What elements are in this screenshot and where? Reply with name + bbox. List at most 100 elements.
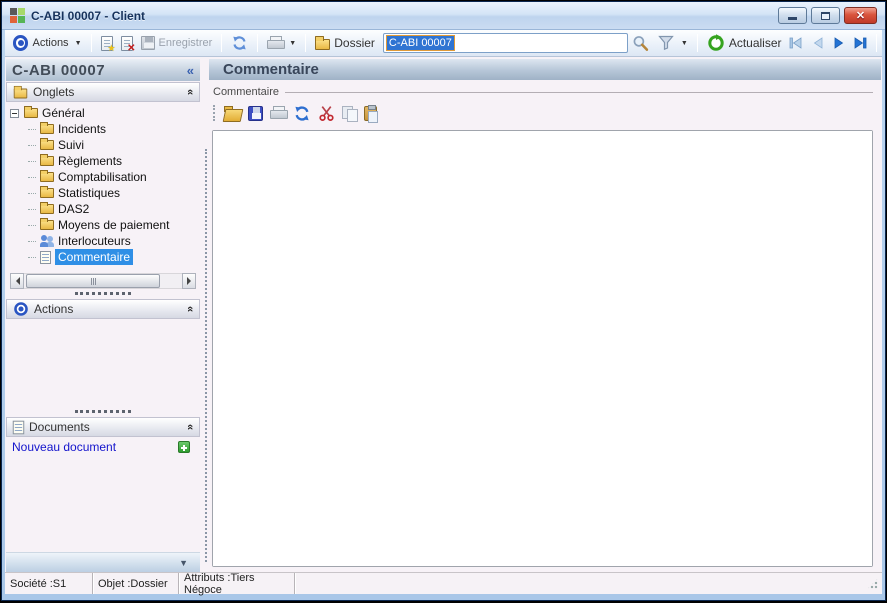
tree-item-general[interactable]: Général xyxy=(10,105,200,121)
tree-item-comptabilisation[interactable]: Comptabilisation xyxy=(10,169,200,185)
minimize-button[interactable] xyxy=(778,7,807,24)
scroll-right-button[interactable] xyxy=(182,273,196,289)
tree-item-moyens-de-paiement[interactable]: Moyens de paiement xyxy=(10,217,200,233)
actualiser-icon xyxy=(708,34,724,51)
copy-icon-button[interactable] xyxy=(342,105,358,122)
title-bar[interactable]: C-ABI 00007 - Client ✕ xyxy=(2,2,885,30)
actions-panel-header[interactable]: Actions « xyxy=(6,299,200,319)
dossier-button[interactable]: Dossier xyxy=(311,34,379,52)
onglets-panel-label: Onglets xyxy=(33,85,75,99)
tree-item-label: Règlements xyxy=(58,154,123,168)
nav-last-button[interactable] xyxy=(850,33,871,53)
scrollbar-thumb[interactable] xyxy=(26,274,160,288)
nav-last-icon xyxy=(854,37,867,49)
save-button[interactable]: Enregistrer xyxy=(137,34,217,52)
print-dropdown-caret-icon: ▼ xyxy=(289,39,297,47)
tree-item-incidents[interactable]: Incidents xyxy=(10,121,200,137)
tree-item-interlocuteurs[interactable]: Interlocuteurs xyxy=(10,233,200,249)
save-label: Enregistrer xyxy=(158,37,213,49)
actions-target-icon xyxy=(12,35,29,51)
sidebar-collapse-icon[interactable]: « xyxy=(187,63,194,78)
tree-item-label-selected: Commentaire xyxy=(55,249,134,265)
tree-item-das2[interactable]: DAS2 xyxy=(10,201,200,217)
people-icon xyxy=(40,235,54,247)
folder-icon xyxy=(40,154,54,166)
onglets-folder-icon xyxy=(13,85,28,99)
save-icon-button[interactable] xyxy=(248,105,263,121)
tree-item-reglements[interactable]: Règlements xyxy=(10,153,200,169)
folder-icon xyxy=(40,218,54,230)
minimize-icon xyxy=(788,17,797,20)
add-document-button[interactable] xyxy=(178,441,190,453)
app-icon xyxy=(10,8,25,23)
actions-menu-button[interactable]: Actions ▼ xyxy=(28,35,85,51)
status-attributs: Attributs :Tiers Négoce xyxy=(179,572,295,596)
documents-panel-header[interactable]: Documents « xyxy=(6,417,200,437)
resize-grip[interactable] xyxy=(868,578,878,589)
documents-panel-label: Documents xyxy=(29,420,90,434)
scrollbar-track[interactable] xyxy=(24,273,182,289)
filter-icon xyxy=(658,35,674,51)
tree-expander-icon[interactable] xyxy=(10,108,19,118)
tree-item-suivi[interactable]: Suivi xyxy=(10,137,200,153)
print-button[interactable]: ▼ xyxy=(263,34,300,52)
star-badge-icon: ★ xyxy=(107,42,116,53)
nav-next-icon xyxy=(834,37,844,49)
groupbox-label: Commentaire xyxy=(213,86,280,98)
actions-caret-icon: ▼ xyxy=(74,39,82,47)
onglets-tree: Général Incidents Suivi Règlements Compt… xyxy=(6,102,200,265)
tree-horizontal-scrollbar[interactable] xyxy=(10,273,196,289)
print-icon-button[interactable] xyxy=(270,106,288,120)
groupbox-line xyxy=(285,91,873,93)
actualiser-label: Actualiser xyxy=(728,36,782,50)
actualiser-button[interactable]: Actualiser xyxy=(703,32,786,54)
panel-splitter[interactable] xyxy=(6,289,200,298)
filter-button[interactable]: ▼ xyxy=(653,33,692,53)
sidebar-title-bar: C-ABI 00007 « xyxy=(6,59,200,81)
status-bar: Société :S1 Objet :Dossier Attributs :Ti… xyxy=(5,572,882,596)
panel-splitter[interactable] xyxy=(6,407,200,416)
cut-icon-button[interactable] xyxy=(318,105,335,122)
delete-record-button[interactable]: ✕ xyxy=(117,34,137,53)
close-button[interactable]: ✕ xyxy=(844,7,877,24)
scroll-left-button[interactable] xyxy=(10,273,24,289)
application-window: C-ABI 00007 - Client ✕ Actions ▼ ★ ✕ Enr… xyxy=(1,1,886,601)
sidebar-main-splitter[interactable] xyxy=(203,59,208,572)
tree-item-commentaire[interactable]: Commentaire xyxy=(10,249,200,265)
folder-icon xyxy=(24,106,38,118)
search-button[interactable] xyxy=(628,33,653,54)
paste-icon-button[interactable] xyxy=(364,104,378,123)
new-record-button[interactable]: ★ xyxy=(97,34,117,53)
search-input[interactable]: C-ABI 00007 xyxy=(382,33,628,53)
onglets-panel-header[interactable]: Onglets « xyxy=(6,82,200,102)
documents-collapse-icon[interactable]: « xyxy=(184,424,196,430)
maximize-icon xyxy=(821,11,830,20)
search-icon xyxy=(633,35,649,51)
refresh-button[interactable] xyxy=(227,33,252,53)
actions-collapse-icon[interactable]: « xyxy=(184,306,196,312)
tree-item-statistiques[interactable]: Statistiques xyxy=(10,185,200,201)
onglets-collapse-icon[interactable]: « xyxy=(184,89,196,95)
filter-dropdown-caret-icon: ▼ xyxy=(680,39,688,47)
dossier-folder-icon xyxy=(315,36,331,50)
collapse-down-icon[interactable]: ▼ xyxy=(179,558,188,568)
refresh-icon-button[interactable] xyxy=(293,105,311,122)
maximize-button[interactable] xyxy=(811,7,840,24)
delete-record-icon: ✕ xyxy=(120,35,136,53)
nav-next-button[interactable] xyxy=(828,33,849,53)
actions-panel-body xyxy=(6,319,200,407)
nav-previous-button[interactable] xyxy=(807,33,828,53)
new-document-link[interactable]: Nouveau document xyxy=(12,440,178,454)
toolbar-grip[interactable] xyxy=(213,105,215,121)
folder-icon xyxy=(40,138,54,150)
open-icon-button[interactable] xyxy=(224,105,241,121)
commentaire-toolbar xyxy=(209,100,881,126)
status-filler xyxy=(295,573,882,594)
new-document-row: Nouveau document xyxy=(6,437,200,457)
sidebar-bottom-bar[interactable]: ▼ xyxy=(6,552,200,572)
main-toolbar: Actions ▼ ★ ✕ Enregistrer ▼ Dossier C-AB… xyxy=(5,30,882,57)
tree-item-label: Comptabilisation xyxy=(58,170,147,184)
search-input-value: C-ABI 00007 xyxy=(385,35,455,51)
comment-editor[interactable] xyxy=(213,131,872,566)
nav-first-button[interactable] xyxy=(786,33,807,53)
